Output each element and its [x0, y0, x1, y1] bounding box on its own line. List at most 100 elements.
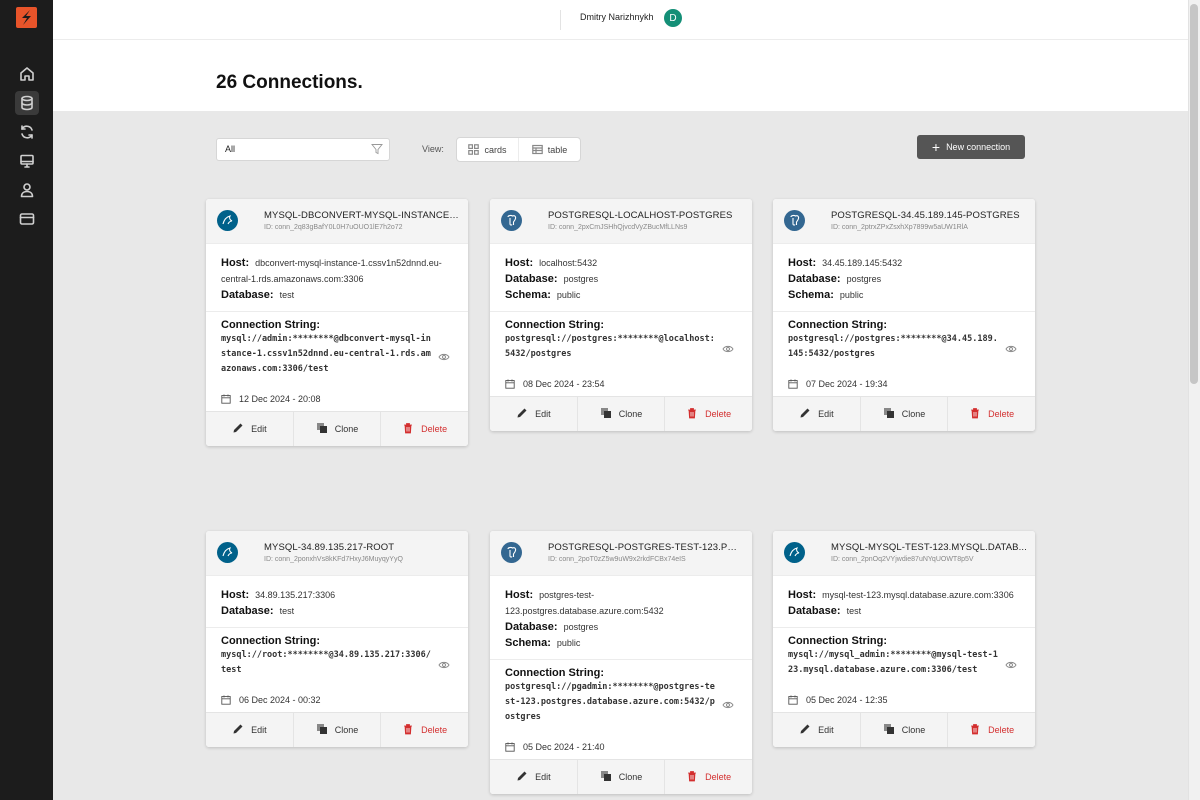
trash-icon: [686, 770, 698, 784]
connection-string-section: Connection String: mysql://admin:*******…: [206, 311, 468, 411]
type-filter-select[interactable]: All: [216, 138, 390, 161]
connection-name: POSTGRESQL-POSTGRES-TEST-123.POST...: [548, 542, 744, 553]
created-date-row: 05 Dec 2024 - 12:35: [788, 678, 1020, 712]
clone-button[interactable]: Clone: [576, 397, 665, 431]
show-password-eye-icon[interactable]: [722, 697, 734, 708]
host-value: 34.45.189.145:5432: [822, 258, 903, 268]
schema-value: public: [556, 638, 581, 648]
edit-pencil-icon: [516, 770, 528, 784]
home-icon[interactable]: [15, 62, 39, 86]
card-header: POSTGRESQL-LOCALHOST-POSTGRES ID: conn_2…: [490, 199, 752, 244]
trash-icon: [402, 723, 414, 737]
show-password-eye-icon[interactable]: [1005, 657, 1017, 669]
edit-pencil-icon: [799, 407, 811, 421]
monitor-icon[interactable]: [15, 149, 39, 173]
connection-card[interactable]: MYSQL-DBCONVERT-MYSQL-INSTANCE-... ID: c…: [206, 199, 468, 446]
connection-string-value: postgresql://postgres:********@34.45.189…: [788, 334, 998, 359]
clone-icon: [600, 407, 612, 421]
view-cards-button[interactable]: cards: [457, 138, 518, 161]
created-date: 05 Dec 2024 - 21:40: [523, 742, 605, 752]
database-value: postgres: [563, 622, 599, 632]
delete-button[interactable]: Delete: [947, 713, 1035, 747]
clone-button[interactable]: Clone: [292, 412, 381, 446]
card-header: MYSQL-DBCONVERT-MYSQL-INSTANCE-... ID: c…: [206, 199, 468, 244]
host-row: Host: mysql-test-123.mysql.database.azure…: [788, 587, 1020, 603]
created-date: 12 Dec 2024 - 20:08: [239, 394, 321, 404]
delete-button[interactable]: Delete: [664, 760, 752, 794]
connection-name: POSTGRESQL-LOCALHOST-POSTGRES: [548, 210, 733, 221]
edit-button[interactable]: Edit: [490, 397, 577, 431]
delete-button[interactable]: Delete: [380, 412, 468, 446]
show-password-eye-icon[interactable]: [438, 657, 450, 669]
edit-label: Edit: [535, 409, 551, 419]
host-label: Host:: [221, 589, 250, 601]
delete-label: Delete: [988, 725, 1015, 735]
mysql-icon: [217, 210, 238, 231]
page-title: 26 Connections.: [216, 72, 363, 93]
user-name[interactable]: Dmitry Narizhnykh: [580, 12, 654, 22]
host-value: dbconvert-mysql-instance-1.cssv1n52dnnd.…: [221, 258, 442, 284]
schema-row: Schema: public: [788, 287, 1020, 303]
card-actions: Edit Clone Delete: [773, 396, 1035, 431]
clone-button[interactable]: Clone: [576, 760, 665, 794]
clone-label: Clone: [334, 725, 359, 735]
database-label: Database:: [221, 289, 274, 301]
clone-button[interactable]: Clone: [859, 397, 948, 431]
delete-button[interactable]: Delete: [947, 397, 1035, 431]
connection-string-value: postgresql://pgadmin:********@postgres-t…: [505, 682, 715, 722]
show-password-eye-icon[interactable]: [722, 341, 734, 353]
show-password-eye-icon[interactable]: [1005, 341, 1017, 353]
connection-card[interactable]: POSTGRESQL-POSTGRES-TEST-123.POST... ID:…: [490, 531, 752, 794]
delete-button[interactable]: Delete: [664, 397, 752, 431]
delete-button[interactable]: Delete: [380, 713, 468, 747]
view-table-button[interactable]: table: [518, 138, 580, 161]
clone-label: Clone: [901, 725, 926, 735]
new-connection-button[interactable]: + New connection: [917, 135, 1025, 159]
edit-button[interactable]: Edit: [773, 397, 860, 431]
clone-button[interactable]: Clone: [859, 713, 948, 747]
host-label: Host:: [505, 257, 534, 269]
show-password-eye-icon[interactable]: [438, 349, 450, 360]
connection-card[interactable]: POSTGRESQL-LOCALHOST-POSTGRES ID: conn_2…: [490, 199, 752, 431]
postgresql-icon: [501, 542, 522, 563]
connection-card[interactable]: MYSQL-MYSQL-TEST-123.MYSQL.DATAB... ID: …: [773, 531, 1035, 747]
database-row: Database: test: [788, 603, 1020, 619]
host-value: 34.89.135.217:3306: [255, 590, 336, 600]
billing-card-icon[interactable]: [15, 207, 39, 231]
edit-label: Edit: [251, 424, 267, 434]
scrollbar-thumb[interactable]: [1190, 4, 1198, 384]
edit-button[interactable]: Edit: [206, 412, 293, 446]
trash-icon: [402, 422, 414, 436]
connection-string-value: mysql://mysql_admin:********@mysql-test-…: [788, 650, 998, 675]
connection-id: ID: conn_2pnOq2VYjwdie87uNYqUOWT8p5V: [831, 556, 974, 563]
edit-button[interactable]: Edit: [773, 713, 860, 747]
trash-icon: [969, 723, 981, 737]
sync-icon[interactable]: [15, 120, 39, 144]
connection-card[interactable]: MYSQL-34.89.135.217-ROOT ID: conn_2ponxh…: [206, 531, 468, 747]
connection-string-section: Connection String: postgresql://postgres…: [773, 311, 1035, 396]
created-date: 07 Dec 2024 - 19:34: [806, 379, 888, 389]
trash-icon: [686, 407, 698, 421]
page-scrollbar[interactable]: [1188, 0, 1200, 800]
view-cards-label: cards: [484, 144, 507, 155]
edit-button[interactable]: Edit: [206, 713, 293, 747]
created-date: 08 Dec 2024 - 23:54: [523, 379, 605, 389]
schema-value: public: [839, 290, 864, 300]
app-logo[interactable]: [16, 7, 37, 28]
connection-string-label: Connection String:: [788, 635, 887, 647]
created-date-row: 06 Dec 2024 - 00:32: [221, 678, 453, 712]
database-icon[interactable]: [15, 91, 39, 115]
user-icon[interactable]: [15, 178, 39, 202]
connection-name: MYSQL-MYSQL-TEST-123.MYSQL.DATAB...: [831, 542, 1027, 553]
database-value: test: [279, 606, 295, 616]
connection-card[interactable]: POSTGRESQL-34.45.189.145-POSTGRES ID: co…: [773, 199, 1035, 431]
connection-string-label: Connection String:: [221, 635, 320, 647]
filter-value: All: [225, 144, 236, 154]
avatar[interactable]: D: [664, 9, 682, 27]
created-date-row: 12 Dec 2024 - 20:08: [221, 377, 453, 411]
clone-button[interactable]: Clone: [292, 713, 381, 747]
host-value: localhost:5432: [539, 258, 598, 268]
edit-button[interactable]: Edit: [490, 760, 577, 794]
clone-icon: [600, 770, 612, 784]
database-label: Database:: [505, 273, 558, 285]
